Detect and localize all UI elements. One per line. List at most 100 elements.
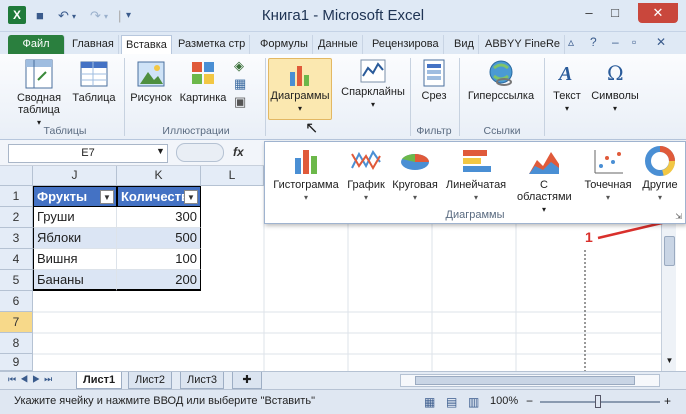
- charts-label: Диаграммы: [270, 90, 330, 102]
- row-header[interactable]: 5: [0, 270, 33, 291]
- pivot-table-button[interactable]: Сводная таблица ▾: [14, 58, 64, 128]
- column-chart-label: Гистограмма: [273, 179, 339, 191]
- group-separator: [265, 58, 266, 136]
- screenshot-icon[interactable]: ▣: [234, 94, 246, 110]
- tab-home[interactable]: Главная: [68, 35, 119, 54]
- sheet-tab-3[interactable]: Лист3: [180, 372, 225, 389]
- clipart-label: Картинка: [179, 92, 227, 104]
- column-header-j[interactable]: J: [33, 166, 117, 186]
- line-chart-icon: [351, 150, 381, 170]
- sheet-nav-icons[interactable]: ⏮◀▶⏭: [8, 374, 56, 385]
- bar-chart-arrow-icon: ▾: [473, 193, 478, 202]
- area-chart-icon: [529, 152, 559, 174]
- charts-button[interactable]: Диаграммы ▾: [268, 58, 332, 120]
- row-header[interactable]: 6: [0, 291, 33, 312]
- tab-review[interactable]: Рецензирова: [368, 35, 444, 54]
- text-icon: A: [557, 63, 572, 85]
- row-header[interactable]: 8: [0, 333, 33, 354]
- name-box[interactable]: E7: [8, 144, 168, 163]
- name-box-dropdown-icon[interactable]: ▼: [156, 146, 165, 156]
- wb-restore-icon[interactable]: ▫: [632, 35, 636, 49]
- row-header[interactable]: 9: [0, 354, 33, 371]
- help-icon[interactable]: ?: [590, 35, 597, 49]
- pivot-table-label: Сводная таблица: [16, 92, 62, 116]
- row-header[interactable]: 2: [0, 207, 33, 228]
- tab-abbyy[interactable]: ABBYY FineRe: [481, 35, 566, 54]
- column-header-k[interactable]: K: [117, 166, 201, 186]
- scatter-chart-button[interactable]: Точечная ▾: [579, 146, 637, 202]
- text-label: Текст: [553, 90, 581, 102]
- row-header[interactable]: 3: [0, 228, 33, 249]
- slicer-button[interactable]: Срез: [414, 58, 454, 102]
- page-layout-view-icon[interactable]: ▤: [446, 395, 457, 409]
- tab-view[interactable]: Вид: [450, 35, 479, 54]
- area-chart-label: С областями: [517, 179, 572, 203]
- filter-group-label: Фильтр: [416, 125, 452, 137]
- insert-sheet-icon[interactable]: ✚: [232, 372, 262, 389]
- text-button[interactable]: A Текст ▾: [547, 58, 587, 114]
- column-chart-button[interactable]: Гистограмма ▾: [269, 146, 343, 202]
- tab-file[interactable]: Файл: [8, 35, 65, 54]
- group-separator: [544, 58, 545, 136]
- h-scrollbar-thumb[interactable]: [415, 376, 635, 385]
- table-label: Таблица: [72, 92, 116, 104]
- ribbon: Сводная таблица ▾ Таблица Таблицы Рисуно…: [0, 54, 686, 140]
- hyperlink-button[interactable]: Гиперссылка: [462, 58, 540, 102]
- other-charts-arrow-icon: ▾: [657, 193, 662, 202]
- minimize-ribbon-icon[interactable]: ▵: [568, 35, 574, 49]
- column-chart-arrow-icon: ▾: [303, 193, 308, 202]
- picture-label: Рисунок: [130, 92, 172, 104]
- insert-function-icon[interactable]: fx: [233, 145, 244, 159]
- bar-chart-button[interactable]: Линейчатая ▾: [443, 146, 509, 202]
- zoom-level[interactable]: 100%: [490, 395, 518, 407]
- picture-button[interactable]: Рисунок: [128, 58, 174, 104]
- tab-data[interactable]: Данные: [314, 35, 363, 54]
- clipart-button[interactable]: Картинка: [176, 58, 230, 104]
- row-header[interactable]: 1: [0, 186, 33, 207]
- tab-page-layout[interactable]: Разметка стр: [174, 35, 251, 54]
- tab-insert[interactable]: Вставка: [121, 35, 172, 54]
- formula-cancel-enter-buttons[interactable]: [176, 143, 224, 162]
- sheet-tab-1[interactable]: Лист1: [76, 372, 123, 389]
- row-header[interactable]: 4: [0, 249, 33, 270]
- other-charts-label: Другие: [642, 179, 678, 191]
- pie-chart-icon: [401, 153, 429, 170]
- table-button[interactable]: Таблица: [70, 58, 118, 104]
- maximize-icon[interactable]: □: [602, 3, 628, 23]
- page-break-view-icon[interactable]: ▥: [468, 395, 479, 409]
- line-chart-label: График: [347, 179, 385, 191]
- symbols-label: Символы: [591, 90, 639, 102]
- row-header-selected[interactable]: 7: [0, 312, 33, 333]
- wb-minimize-icon[interactable]: –: [612, 35, 619, 49]
- column-header-l[interactable]: L: [201, 166, 264, 186]
- zoom-in-icon[interactable]: +: [664, 394, 671, 408]
- dialog-launcher-icon[interactable]: ⇲: [675, 212, 682, 221]
- tab-formulas[interactable]: Формулы: [256, 35, 313, 54]
- other-charts-button[interactable]: Другие ▾: [639, 146, 681, 202]
- area-chart-button[interactable]: С областями ▾: [517, 146, 572, 216]
- shapes-icon[interactable]: ◈: [234, 58, 244, 74]
- wb-close-icon[interactable]: ✕: [656, 35, 666, 49]
- scroll-down-icon[interactable]: ▼: [662, 356, 677, 365]
- svg-text:A: A: [557, 63, 572, 85]
- slicer-icon: [423, 59, 445, 87]
- close-icon[interactable]: ✕: [638, 3, 678, 23]
- symbols-button[interactable]: Ω Символы ▾: [589, 58, 641, 114]
- charts-dropdown-icon: ▾: [297, 104, 302, 113]
- smartart-icon[interactable]: ▦: [234, 76, 246, 92]
- sheet-tab-bar: ⏮◀▶⏭ Лист1 Лист2 Лист3 ✚: [0, 371, 686, 389]
- sparklines-button[interactable]: Спарклайны ▾: [338, 58, 408, 110]
- scatter-chart-icon: [594, 150, 623, 174]
- zoom-slider-thumb[interactable]: [595, 395, 601, 408]
- select-all-corner[interactable]: [0, 166, 33, 186]
- scatter-chart-arrow-icon: ▾: [605, 193, 610, 202]
- hyperlink-label: Гиперссылка: [467, 90, 535, 102]
- normal-view-icon[interactable]: ▦: [424, 395, 435, 409]
- zoom-out-icon[interactable]: −: [526, 394, 533, 408]
- line-chart-button[interactable]: График ▾: [345, 146, 387, 202]
- pie-chart-button[interactable]: Круговая ▾: [389, 146, 441, 202]
- horizontal-scrollbar[interactable]: [400, 374, 660, 387]
- minimize-icon[interactable]: –: [576, 3, 602, 23]
- sheet-tab-2[interactable]: Лист2: [128, 372, 173, 389]
- table-icon: [80, 61, 108, 87]
